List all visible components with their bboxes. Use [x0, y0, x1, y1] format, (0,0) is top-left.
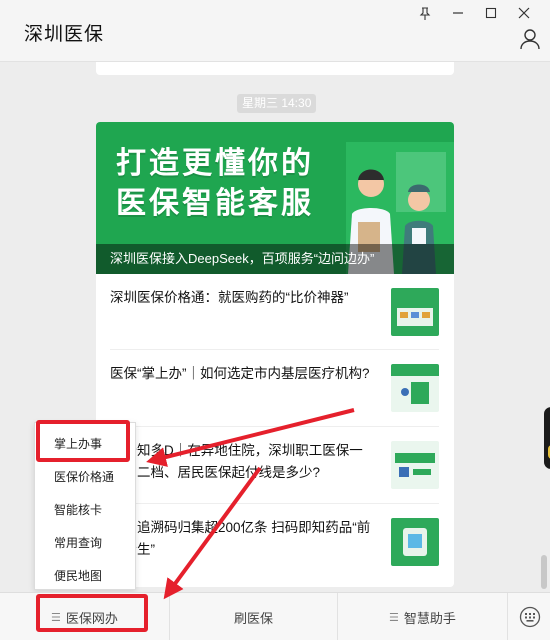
- submenu-item-service-map[interactable]: 便民地图: [35, 560, 135, 592]
- tab-smart-assistant[interactable]: ☰ 智慧助手: [338, 593, 508, 640]
- article-thumbnail: [391, 518, 439, 566]
- banner-headline-1: 打造更懂你的: [116, 147, 314, 180]
- tab-label: 刷医保: [233, 610, 273, 626]
- maximize-icon[interactable]: [474, 4, 507, 22]
- close-icon[interactable]: [507, 4, 540, 22]
- article-list-item[interactable]: 深圳医保价格通：就医购药的“比价神器”: [110, 274, 439, 349]
- chat-scrollbar[interactable]: [541, 555, 547, 589]
- pin-icon[interactable]: [408, 4, 441, 22]
- submenu-item-common-queries[interactable]: 常用查询: [35, 527, 135, 559]
- tab-label: 医保网办: [65, 610, 118, 626]
- submenu-popup: 掌上办事 医保价格通 智能核卡 常用查询 便民地图: [34, 422, 136, 590]
- menu-icon: ☰: [389, 611, 399, 624]
- tab-online-services[interactable]: ☰ 医保网办: [0, 593, 170, 640]
- article-thumbnail: [391, 441, 439, 489]
- window-controls: [408, 4, 540, 22]
- floating-edge-widget[interactable]: [544, 407, 550, 469]
- article-title: 药品追溯码归集超200亿条 扫码即知药品“前世今生”: [110, 520, 371, 557]
- article-card: 打造更懂你的 医保智能客服 深圳医保接入DeepSeek，百项服务“边问边办” …: [96, 122, 454, 587]
- bottom-menu-bar: ☰ 医保网办 刷医保 ☰ 智慧助手: [0, 592, 550, 640]
- article-list-item[interactable]: 科普知多D｜在异地住院，深圳职工医保一档、二档、居民医保起付线是多少?: [110, 426, 439, 503]
- tab-swipe-card[interactable]: 刷医保: [170, 593, 338, 640]
- article-list-item[interactable]: 药品追溯码归集超200亿条 扫码即知药品“前世今生”: [110, 503, 439, 587]
- previous-message-card: [96, 62, 454, 75]
- article-thumbnail: [391, 364, 439, 412]
- banner-headline-2: 医保智能客服: [116, 187, 314, 220]
- message-timestamp: 星期三 14:30: [237, 94, 317, 113]
- article-thumbnail: [391, 288, 439, 336]
- window-title: 深圳医保: [24, 24, 105, 45]
- submenu-item-card-verification[interactable]: 智能核卡: [35, 494, 135, 526]
- article-list-item[interactable]: 医保“掌上办”｜如何选定市内基层医疗机构?: [110, 349, 439, 426]
- minimize-icon[interactable]: [441, 4, 474, 22]
- keyboard-icon[interactable]: [510, 593, 550, 640]
- user-icon[interactable]: [519, 28, 541, 50]
- menu-icon: ☰: [51, 611, 61, 624]
- article-title: 深圳医保价格通：就医购药的“比价神器”: [110, 290, 349, 305]
- banner-caption: 深圳医保接入DeepSeek，百项服务“边问边办”: [96, 244, 454, 274]
- article-title: 医保“掌上办”｜如何选定市内基层医疗机构?: [110, 366, 370, 381]
- tab-label: 智慧助手: [403, 610, 456, 626]
- submenu-item-handheld-services[interactable]: 掌上办事: [35, 428, 135, 460]
- submenu-item-price-service[interactable]: 医保价格通: [35, 461, 135, 493]
- article-banner[interactable]: 打造更懂你的 医保智能客服 深圳医保接入DeepSeek，百项服务“边问边办”: [96, 122, 454, 274]
- article-title: 科普知多D｜在异地住院，深圳职工医保一档、二档、居民医保起付线是多少?: [110, 443, 363, 480]
- title-bar: 深圳医保: [0, 0, 550, 62]
